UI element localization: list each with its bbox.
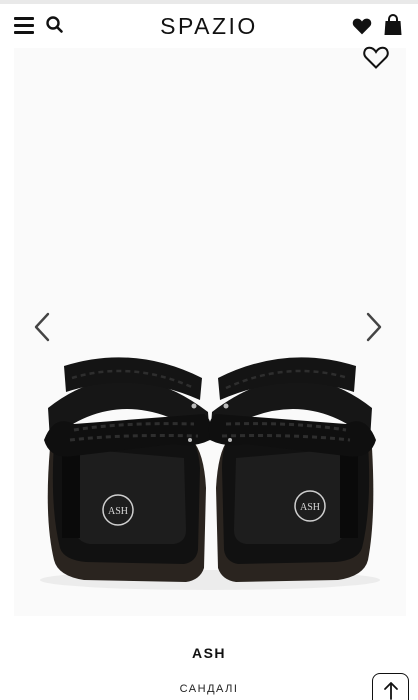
right-sandal: ASH [208, 357, 376, 582]
bag-icon[interactable] [384, 14, 402, 36]
product-brand[interactable]: ASH [0, 645, 418, 661]
product-image-gallery[interactable]: ASH ASH [14, 48, 406, 616]
left-sandal: ASH [44, 357, 212, 582]
product-category: САНДАЛІ [179, 683, 239, 695]
scroll-to-top-button[interactable] [372, 673, 409, 700]
menu-icon[interactable] [12, 14, 36, 38]
chevron-right-icon[interactable] [360, 310, 386, 344]
site-logo[interactable]: SPAZIO [150, 11, 268, 41]
favorite-heart-icon[interactable] [362, 44, 390, 70]
site-header: SPAZIO [0, 4, 418, 48]
arrow-up-icon [383, 682, 398, 700]
chevron-left-icon[interactable] [30, 310, 56, 344]
left-sole-logo: ASH [108, 506, 128, 517]
right-sole-logo: ASH [300, 502, 320, 513]
heart-icon[interactable] [352, 16, 372, 36]
product-image: ASH ASH [40, 357, 380, 590]
search-icon[interactable] [45, 15, 65, 35]
